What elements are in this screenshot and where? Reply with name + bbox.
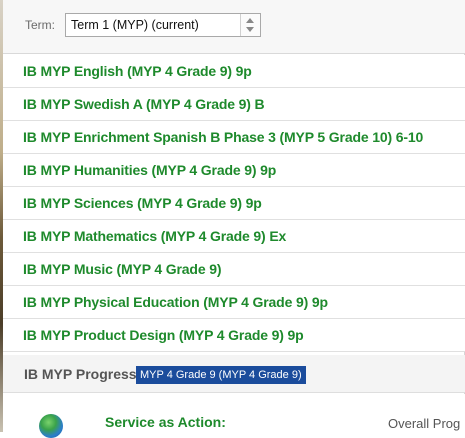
term-label: Term: <box>25 18 55 32</box>
progress-header: IB MYP Progress MYP 4 Grade 9 (MYP 4 Gra… <box>3 355 465 393</box>
class-row-english: IB MYP English (MYP 4 Grade 9) 9p <box>3 55 465 88</box>
class-link-mathematics[interactable]: IB MYP Mathematics (MYP 4 Grade 9) Ex <box>23 228 286 244</box>
service-as-action-row: Service as Action: Overall Prog <box>3 400 465 438</box>
service-title: Service as Action: <box>105 414 226 430</box>
class-row-mathematics: IB MYP Mathematics (MYP 4 Grade 9) Ex <box>3 220 465 253</box>
chevron-up-icon[interactable] <box>246 18 254 23</box>
class-row-swedish: IB MYP Swedish A (MYP 4 Grade 9) B <box>3 88 465 121</box>
class-link-product-design[interactable]: IB MYP Product Design (MYP 4 Grade 9) 9p <box>23 327 304 343</box>
class-row-physical-education: IB MYP Physical Education (MYP 4 Grade 9… <box>3 286 465 319</box>
chevron-down-icon[interactable] <box>246 27 254 32</box>
grade-badge: MYP 4 Grade 9 (MYP 4 Grade 9) <box>136 366 306 384</box>
term-selected-value: Term 1 (MYP) (current) <box>71 18 199 32</box>
class-row-humanities: IB MYP Humanities (MYP 4 Grade 9) 9p <box>3 154 465 187</box>
class-list: IB MYP English (MYP 4 Grade 9) 9p IB MYP… <box>3 55 465 352</box>
class-link-sciences[interactable]: IB MYP Sciences (MYP 4 Grade 9) 9p <box>23 195 262 211</box>
class-link-swedish[interactable]: IB MYP Swedish A (MYP 4 Grade 9) B <box>23 96 265 112</box>
globe-icon <box>39 414 63 438</box>
class-link-english[interactable]: IB MYP English (MYP 4 Grade 9) 9p <box>23 63 252 79</box>
class-row-music: IB MYP Music (MYP 4 Grade 9) <box>3 253 465 286</box>
progress-title: IB MYP Progress <box>24 366 137 382</box>
class-link-spanish[interactable]: IB MYP Enrichment Spanish B Phase 3 (MYP… <box>23 129 423 145</box>
term-spinner[interactable] <box>240 14 260 36</box>
class-link-humanities[interactable]: IB MYP Humanities (MYP 4 Grade 9) 9p <box>23 162 276 178</box>
class-link-music[interactable]: IB MYP Music (MYP 4 Grade 9) <box>23 261 221 277</box>
class-row-product-design: IB MYP Product Design (MYP 4 Grade 9) 9p <box>3 319 465 352</box>
term-select[interactable]: Term 1 (MYP) (current) <box>65 13 261 37</box>
term-bar: Term: Term 1 (MYP) (current) <box>3 0 465 54</box>
class-row-spanish: IB MYP Enrichment Spanish B Phase 3 (MYP… <box>3 121 465 154</box>
class-row-sciences: IB MYP Sciences (MYP 4 Grade 9) 9p <box>3 187 465 220</box>
class-link-physical-education[interactable]: IB MYP Physical Education (MYP 4 Grade 9… <box>23 294 328 310</box>
overall-progress-label: Overall Prog <box>388 416 461 431</box>
